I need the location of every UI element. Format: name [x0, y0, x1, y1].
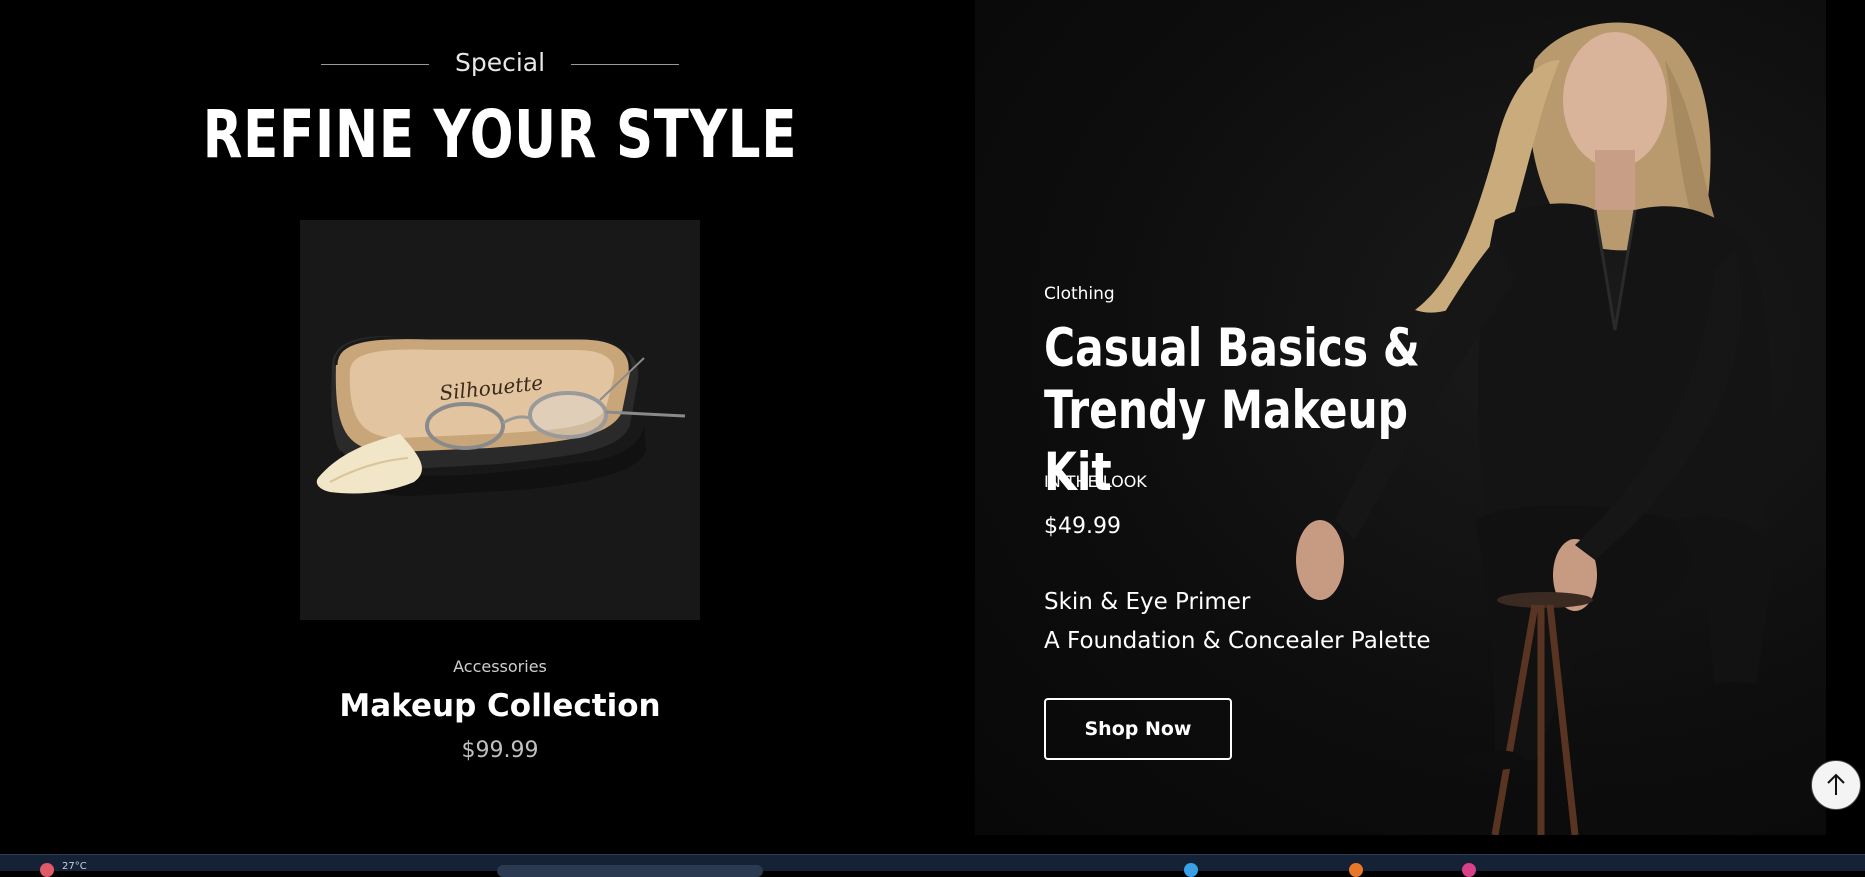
taskbar-search[interactable] [497, 865, 763, 877]
eyebrow-line-left [321, 64, 429, 65]
product-image[interactable]: Silhouette [300, 220, 700, 620]
product-name[interactable]: Makeup Collection [0, 688, 1000, 724]
eyebrow-text: Special [454, 48, 546, 77]
app-icon[interactable] [1462, 863, 1476, 877]
look-item[interactable]: Skin & Eye Primer [1044, 583, 1431, 622]
hero-price: $49.99 [1044, 514, 1121, 539]
product-category: Accessories [453, 657, 547, 676]
app-icon[interactable] [1349, 863, 1363, 877]
scroll-to-top-button[interactable] [1811, 760, 1861, 810]
eyebrow-line-right [571, 64, 679, 65]
section-title: REFINE YOUR STYLE [202, 96, 798, 173]
shop-now-button[interactable]: Shop Now [1044, 698, 1232, 760]
special-section: Special REFINE YOUR STYLE Silhouette Acc… [0, 0, 975, 835]
weather-icon[interactable] [40, 863, 54, 877]
app-icon[interactable] [1184, 863, 1198, 877]
arrow-up-icon [1827, 773, 1845, 795]
glasses-case-image: Silhouette [316, 336, 686, 496]
hero-banner: Clothing Casual Basics & Trendy Makeup K… [975, 0, 1826, 835]
look-label: IN THE LOOK [1044, 472, 1147, 491]
taskbar: 27°C [0, 854, 1865, 877]
hero-title-line1: Casual Basics & [1044, 318, 1420, 379]
weather-text: 27°C [62, 861, 87, 872]
section-eyebrow: Special [0, 48, 1000, 77]
look-item[interactable]: A Foundation & Concealer Palette [1044, 622, 1431, 661]
hero-category: Clothing [1044, 284, 1115, 304]
product-price: $99.99 [461, 738, 539, 763]
look-items: Skin & Eye Primer A Foundation & Conceal… [1044, 583, 1431, 661]
